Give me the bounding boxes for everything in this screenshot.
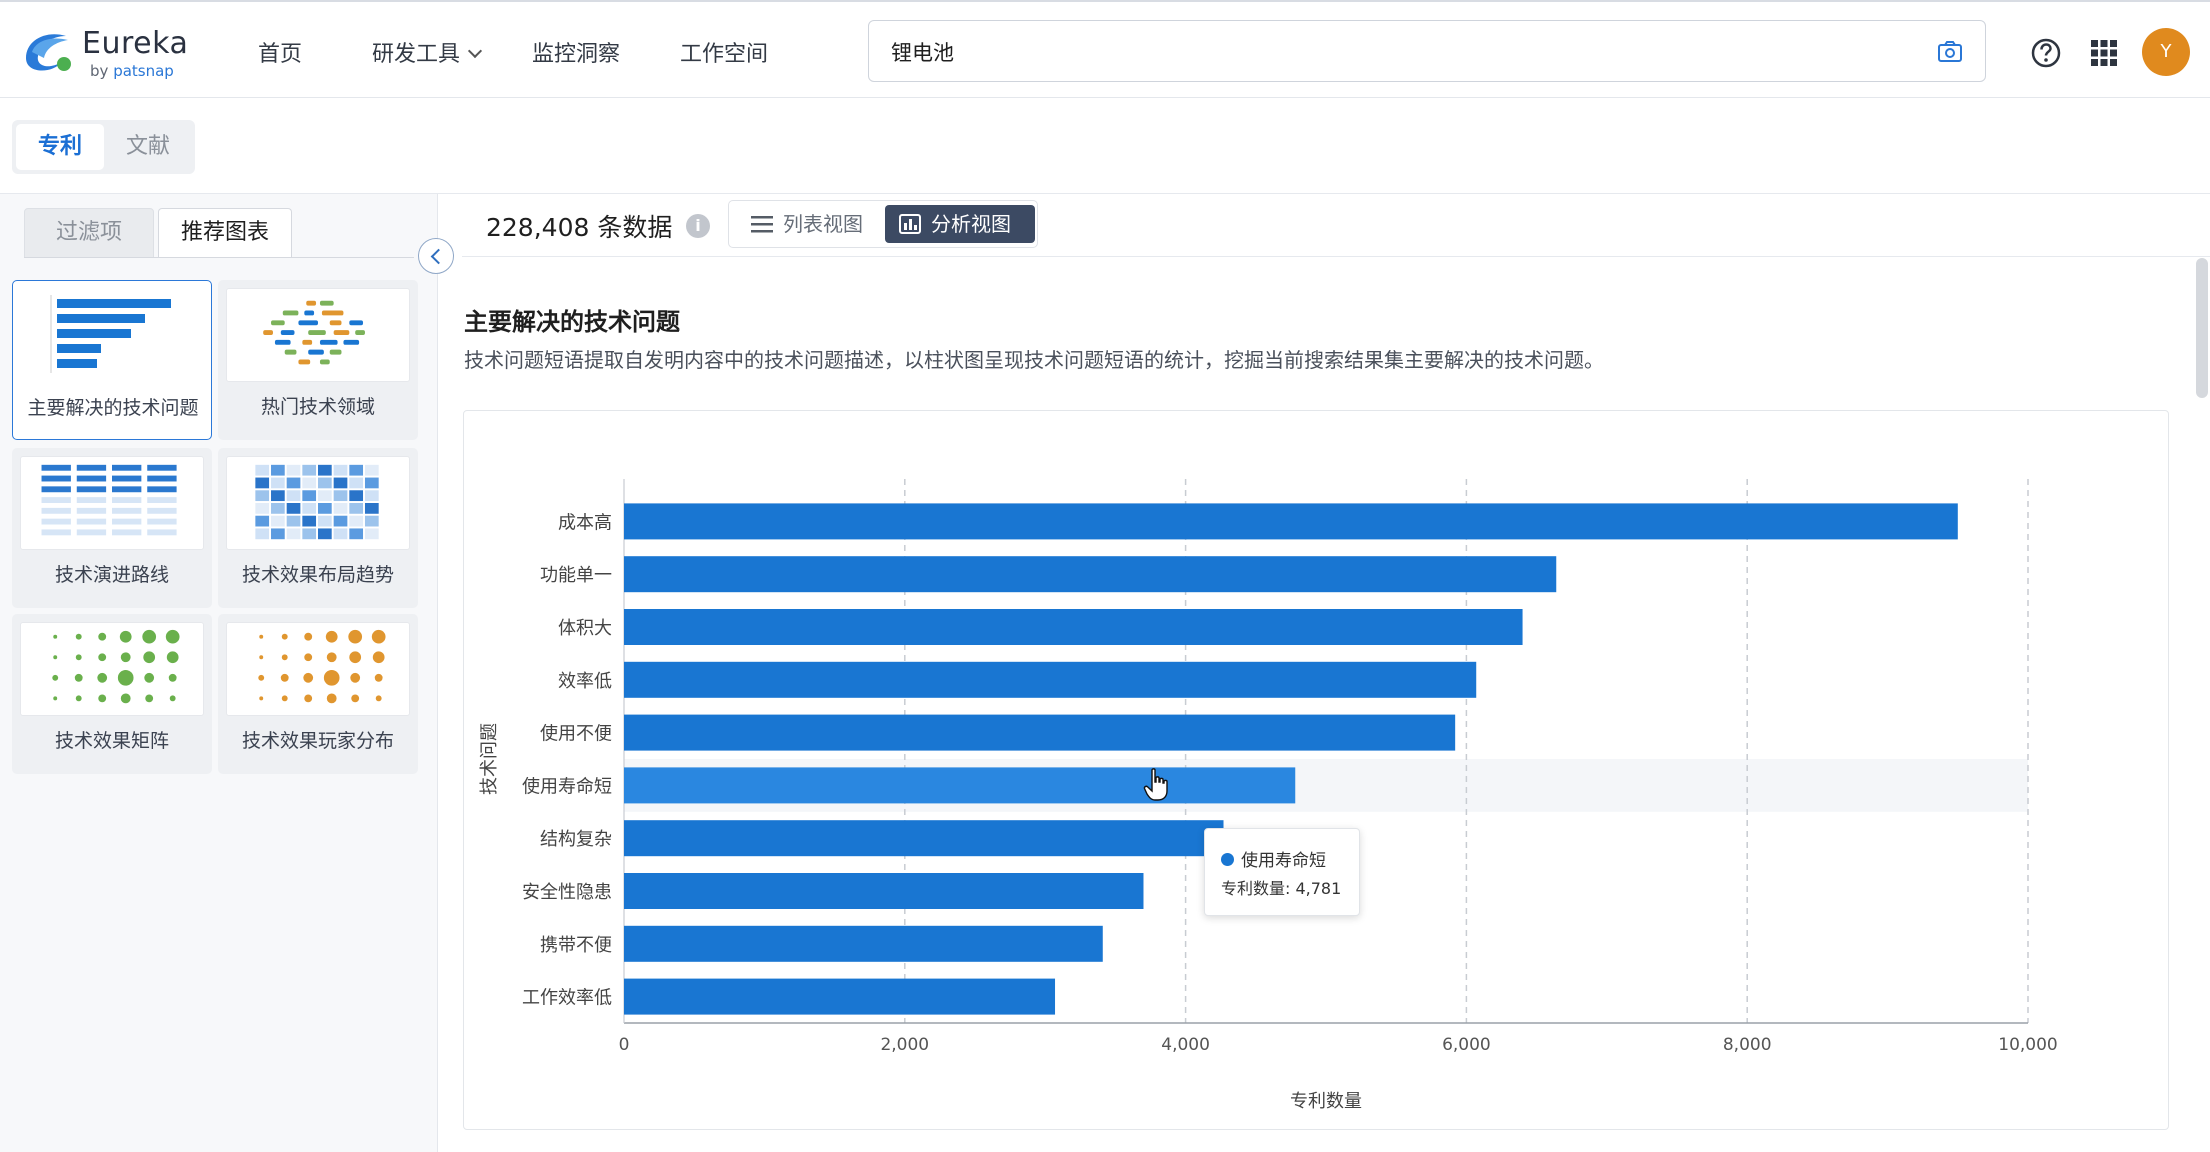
y-category-label: 使用不便: [540, 724, 612, 745]
heatmap-thumb-icon: [226, 456, 410, 550]
chart-card-hot-tech-fields[interactable]: 热门技术领域: [218, 280, 418, 440]
tab-recommended-charts[interactable]: 推荐图表: [158, 208, 292, 258]
x-axis-title: 专利数量: [1290, 1091, 1362, 1112]
x-tick-label: 6,000: [1442, 1035, 1491, 1055]
help-icon[interactable]: [2030, 37, 2062, 69]
x-tick-label: 10,000: [1998, 1035, 2057, 1055]
info-icon[interactable]: i: [686, 214, 710, 238]
chart-card-label: 技术效果玩家分布: [241, 730, 394, 752]
bubble-matrix-orange-thumb-icon: [226, 622, 410, 716]
y-category-label: 功能单一: [540, 565, 612, 586]
bar-9[interactable]: [624, 978, 1056, 1015]
bar-4[interactable]: [624, 714, 1456, 751]
nav-monitor-insight[interactable]: 监控洞察: [532, 36, 620, 68]
section-description: 技术问题短语提取自发明内容中的技术问题描述，以柱状图呈现技术问题短语的统计，挖掘…: [464, 348, 1604, 372]
tech-problems-bar-chart: 0 2,000 4,000 6,000 8,000 10,000 成本高功能单一体积大效率低…: [479, 479, 2058, 1112]
bar-6[interactable]: [624, 820, 1224, 857]
bar-0[interactable]: [624, 503, 1958, 540]
analysis-view-button[interactable]: 分析视图: [885, 205, 1035, 243]
bar-1[interactable]: [624, 556, 1557, 593]
result-count-unit: 条数据: [597, 213, 673, 242]
doc-type-tabs: 专利 文献: [12, 120, 195, 174]
section-title: 主要解决的技术问题: [464, 308, 680, 336]
left-sidebar: 过滤项 推荐图表 主要解决的技术问题 热门技术领域 技术演进路线 技术效果布局趋…: [0, 194, 438, 1152]
x-tick-label: 0: [619, 1035, 630, 1055]
eureka-logo-icon: [26, 34, 71, 71]
x-tick-label: 4,000: [1161, 1035, 1210, 1055]
tab-filters[interactable]: 过滤项: [24, 208, 154, 258]
top-header: Eureka by patsnap 首页 研发工具 监控洞察 工作空间 Y: [0, 0, 2210, 98]
user-avatar[interactable]: Y: [2142, 28, 2190, 76]
vertical-scrollbar[interactable]: [2196, 258, 2208, 398]
toolbar-divider: [462, 256, 2210, 257]
bar-2[interactable]: [624, 609, 1523, 645]
chart-card-tech-effect-trend[interactable]: 技术效果布局趋势: [218, 448, 418, 608]
word-cloud-thumb-icon: [226, 288, 410, 382]
chart-card-tech-effect-players[interactable]: 技术效果玩家分布: [218, 614, 418, 774]
bar-chart-icon: [899, 214, 921, 234]
search-input[interactable]: [891, 37, 1851, 67]
logo-subtitle: by patsnap: [90, 62, 174, 80]
view-toggle: 列表视图 分析视图: [728, 200, 1038, 248]
nav-rd-tools[interactable]: 研发工具: [372, 36, 483, 68]
search-box: [868, 20, 1986, 82]
y-category-label: 使用寿命短: [522, 776, 612, 797]
eureka-logo[interactable]: Eureka by patsnap: [22, 26, 188, 80]
chart-card-label: 技术效果布局趋势: [241, 564, 394, 586]
nav-home[interactable]: 首页: [258, 36, 302, 68]
tooltip-name: 使用寿命短: [1241, 851, 1326, 871]
chart-card-label: 热门技术领域: [260, 396, 375, 418]
result-count: 228,408 条数据: [486, 208, 672, 244]
bar-chart-thumb-icon: [21, 289, 205, 383]
tooltip-series-dot: [1221, 853, 1234, 866]
nav-workspace[interactable]: 工作空间: [680, 36, 768, 68]
y-category-label: 携带不便: [540, 935, 612, 956]
bar-7[interactable]: [624, 873, 1144, 909]
hand-pointer-cursor-icon: [1143, 768, 1168, 801]
chevron-down-icon: [467, 43, 483, 59]
y-axis-title: 技术问题: [479, 723, 500, 795]
y-category-label: 成本高: [558, 512, 612, 533]
logo-text: Eureka: [82, 26, 189, 61]
chart-tooltip: 使用寿命短 专利数量: 4,781: [1204, 828, 1360, 916]
tooltip-value: 专利数量: 4,781: [1221, 879, 1342, 898]
camera-icon[interactable]: [1937, 39, 1963, 65]
y-category-label: 结构复杂: [540, 829, 612, 850]
chart-card-tech-effect-matrix[interactable]: 技术效果矩阵: [12, 614, 212, 774]
tab-patent[interactable]: 专利: [16, 124, 104, 170]
chart-card-label: 技术演进路线: [54, 564, 169, 586]
collapse-sidebar-chevron-left-icon[interactable]: [418, 238, 454, 274]
y-category-label: 体积大: [558, 618, 612, 639]
apps-grid-icon[interactable]: [2090, 39, 2118, 67]
tab-underline: [24, 257, 414, 258]
x-tick-label: 8,000: [1723, 1035, 1772, 1055]
list-view-button[interactable]: 列表视图: [737, 205, 875, 243]
x-tick-label: 2,000: [880, 1035, 929, 1055]
chart-card-label: 技术效果矩阵: [54, 730, 169, 752]
list-icon: [751, 216, 773, 233]
tab-literature[interactable]: 文献: [104, 124, 192, 170]
result-count-value: 228,408: [486, 213, 590, 242]
chart-card-label: 主要解决的技术问题: [27, 397, 199, 419]
y-category-label: 效率低: [558, 671, 612, 692]
y-category-label: 安全性隐患: [522, 882, 612, 903]
chart-card-tech-evolution[interactable]: 技术演进路线: [12, 448, 212, 608]
chart-container: 0 2,000 4,000 6,000 8,000 10,000 成本高功能单一体积大效率低…: [463, 410, 2169, 1130]
bar-3[interactable]: [624, 661, 1477, 698]
y-category-label: 工作效率低: [522, 988, 612, 1009]
table-thumb-icon: [20, 456, 204, 550]
bar-8[interactable]: [624, 925, 1103, 962]
chart-card-main-tech-problems[interactable]: 主要解决的技术问题: [12, 280, 212, 440]
bubble-matrix-green-thumb-icon: [20, 622, 204, 716]
bar-5[interactable]: [624, 767, 1296, 804]
